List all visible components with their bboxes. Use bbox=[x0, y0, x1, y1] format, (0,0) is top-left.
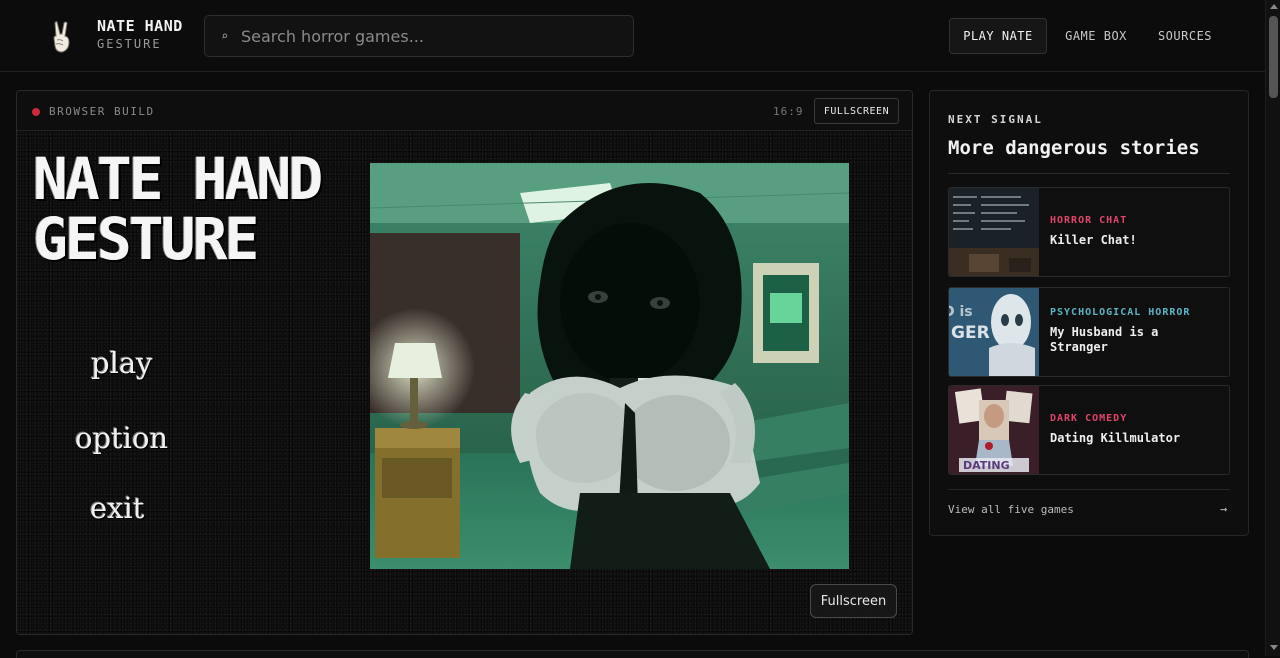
game-card-killer-chat[interactable]: HORROR CHAT Killer Chat! bbox=[948, 187, 1230, 277]
game-card-genre: DARK COMEDY bbox=[1050, 413, 1128, 424]
peace-hand-icon[interactable] bbox=[48, 20, 76, 54]
sidebar-heading: More dangerous stories bbox=[948, 137, 1200, 159]
build-status-label: BROWSER BUILD bbox=[49, 105, 155, 118]
game-title-line2: GESTURE bbox=[33, 205, 259, 273]
arrow-right-icon[interactable]: → bbox=[1220, 502, 1227, 516]
game-card-genre: HORROR CHAT bbox=[1050, 215, 1128, 226]
live-status-dot-icon bbox=[32, 108, 40, 116]
view-all-games-link[interactable]: View all five games bbox=[948, 503, 1074, 516]
game-card-my-husband-is-a-stranger[interactable]: GER D is PSYCHOLOGICAL HORROR My Husband… bbox=[948, 287, 1230, 377]
game-card-dating-killmulator[interactable]: DATING DARK COMEDY Dating Killmulator bbox=[948, 385, 1230, 475]
nav-play-nate[interactable]: PLAY NATE bbox=[949, 18, 1047, 54]
aspect-ratio-label: 16:9 bbox=[773, 105, 804, 118]
game-menu-option[interactable]: option bbox=[75, 421, 168, 455]
game-title: NATE HAND GESTURE bbox=[33, 145, 323, 273]
sidebar-divider-bottom bbox=[948, 489, 1230, 490]
sidebar-kicker: NEXT SIGNAL bbox=[948, 113, 1043, 126]
site-header: NATE HAND GESTURE ⌕ PLAY NATE GAME BOX S… bbox=[0, 0, 1265, 72]
game-title-line1: NATE HAND bbox=[33, 145, 323, 213]
fullscreen-button-top[interactable]: FULLSCREEN bbox=[814, 98, 899, 124]
game-card-thumbnail: DATING bbox=[949, 386, 1039, 474]
next-section-edge bbox=[16, 650, 1249, 658]
game-menu-exit[interactable]: exit bbox=[90, 491, 144, 525]
scroll-thumb[interactable] bbox=[1269, 16, 1278, 98]
scroll-up-arrow-icon[interactable] bbox=[1270, 4, 1278, 9]
svg-text:DATING: DATING bbox=[963, 459, 1010, 472]
game-card-thumbnail bbox=[949, 188, 1039, 276]
next-signal-sidebar: NEXT SIGNAL More dangerous stories HORRO… bbox=[929, 90, 1249, 536]
scroll-down-arrow-icon[interactable] bbox=[1270, 645, 1278, 650]
page-scrollbar[interactable] bbox=[1265, 0, 1280, 656]
game-card-title[interactable]: Killer Chat! bbox=[1050, 233, 1220, 248]
player-toolbar: BROWSER BUILD 16:9 FULLSCREEN bbox=[17, 91, 912, 131]
svg-text:D is: D is bbox=[949, 304, 973, 320]
game-card-title[interactable]: Dating Killmulator bbox=[1050, 431, 1220, 446]
brand-subtitle: GESTURE bbox=[97, 37, 162, 51]
game-canvas[interactable]: NATE HAND GESTURE play option exit Fulls… bbox=[17, 131, 912, 634]
search-input[interactable] bbox=[241, 26, 621, 46]
sidebar-divider bbox=[948, 173, 1230, 174]
search-icon: ⌕ bbox=[221, 29, 229, 43]
game-card-genre: PSYCHOLOGICAL HORROR bbox=[1050, 307, 1191, 318]
fullscreen-button-bottom[interactable]: Fullscreen bbox=[810, 584, 897, 618]
brand-title[interactable]: NATE HAND bbox=[97, 17, 183, 35]
game-player: BROWSER BUILD 16:9 FULLSCREEN NATE HAND … bbox=[16, 90, 913, 635]
game-scene-illustration bbox=[370, 163, 849, 569]
game-card-thumbnail: GER D is bbox=[949, 288, 1039, 376]
svg-text:GER: GER bbox=[951, 323, 990, 343]
nav-game-box[interactable]: GAME BOX bbox=[1060, 18, 1132, 54]
nav-sources[interactable]: SOURCES bbox=[1154, 18, 1216, 54]
game-menu-play[interactable]: play bbox=[91, 346, 153, 380]
search-box[interactable]: ⌕ bbox=[204, 15, 634, 57]
game-card-title[interactable]: My Husband is a Stranger bbox=[1050, 325, 1220, 355]
